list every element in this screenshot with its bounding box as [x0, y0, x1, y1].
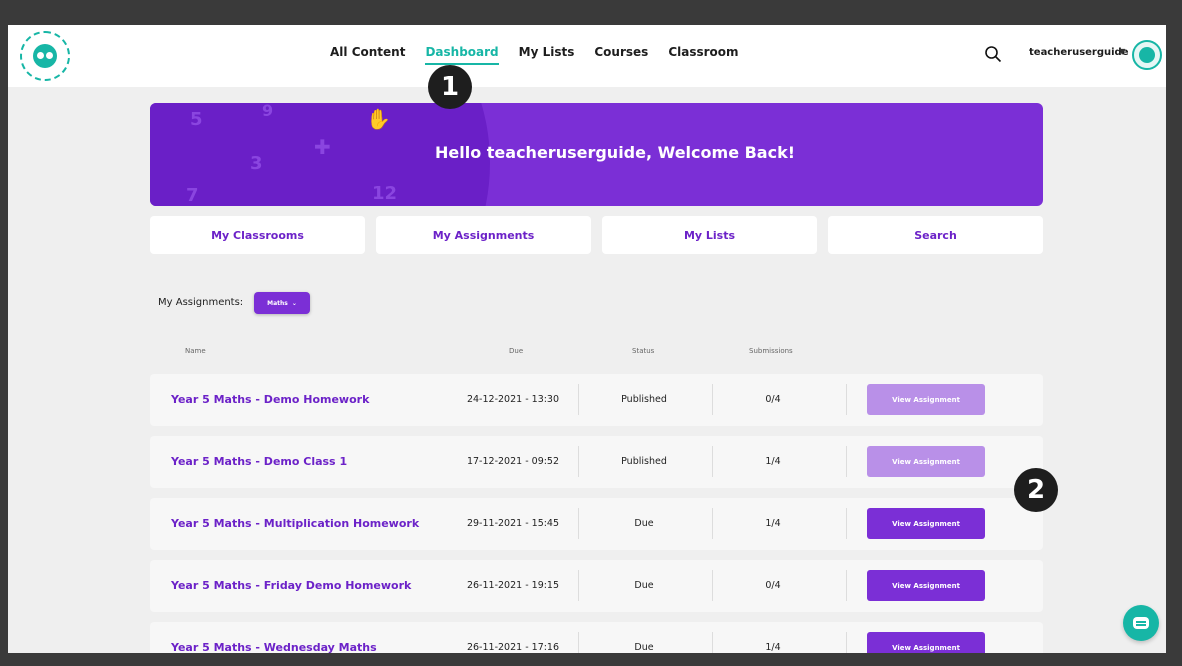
- assignment-submissions: 0/4: [765, 394, 781, 405]
- step-callout-2: 2: [1014, 468, 1058, 512]
- nav-dashboard[interactable]: Dashboard: [425, 45, 499, 65]
- column-divider: [712, 570, 713, 601]
- avatar[interactable]: [1132, 40, 1162, 70]
- column-divider: [578, 384, 579, 415]
- nav-my-lists[interactable]: My Lists: [519, 45, 575, 65]
- banner-number-decoration: 5: [190, 109, 203, 130]
- tab-my-assignments[interactable]: My Assignments: [376, 216, 591, 254]
- search-icon[interactable]: [984, 45, 1002, 63]
- column-divider: [578, 570, 579, 601]
- assignment-submissions: 1/4: [765, 518, 781, 529]
- view-assignment-button[interactable]: View Assignment: [867, 570, 985, 601]
- table-row: Year 5 Maths - Wednesday Maths 26-11-2021…: [150, 622, 1043, 653]
- column-divider: [578, 508, 579, 539]
- assignment-submissions: 1/4: [765, 456, 781, 467]
- column-divider: [846, 632, 847, 653]
- puzzle-decoration-icon: ✚: [314, 135, 331, 159]
- column-divider: [846, 446, 847, 477]
- column-divider: [846, 508, 847, 539]
- column-divider: [712, 446, 713, 477]
- column-header-name: Name: [185, 347, 206, 355]
- column-divider: [712, 508, 713, 539]
- assignment-name-link[interactable]: Year 5 Maths - Wednesday Maths: [171, 641, 377, 653]
- assignment-submissions: 1/4: [765, 642, 781, 653]
- assignment-due-date: 26-11-2021 - 19:15: [466, 580, 560, 591]
- column-header-due: Due: [509, 347, 524, 355]
- banner-number-decoration: 9: [262, 103, 274, 120]
- nav-courses[interactable]: Courses: [594, 45, 648, 65]
- owl-avatar-icon: [1139, 47, 1155, 63]
- owl-logo-icon: [33, 44, 57, 68]
- view-assignment-button[interactable]: View Assignment: [867, 384, 985, 415]
- welcome-banner: 5 9 3 12 7 ✚ ✋ Hello teacheruserguide, W…: [150, 103, 1043, 206]
- view-assignment-button[interactable]: View Assignment: [867, 632, 985, 653]
- tab-my-classrooms[interactable]: My Classrooms: [150, 216, 365, 254]
- chat-launcher-button[interactable]: [1123, 605, 1159, 641]
- column-divider: [846, 384, 847, 415]
- assignment-name-link[interactable]: Year 5 Maths - Demo Homework: [171, 393, 369, 406]
- column-divider: [578, 632, 579, 653]
- view-assignment-button[interactable]: View Assignment: [867, 446, 985, 477]
- nav-all-content[interactable]: All Content: [330, 45, 405, 65]
- assignments-filter-label: My Assignments:: [158, 297, 244, 308]
- column-divider: [578, 446, 579, 477]
- assignment-status: Published: [621, 394, 667, 405]
- table-row: Year 5 Maths - Multiplication Homework 29…: [150, 498, 1043, 550]
- column-divider: [712, 384, 713, 415]
- assignment-due-date: 17-12-2021 - 09:52: [466, 456, 560, 467]
- banner-number-decoration: 12: [372, 183, 398, 204]
- app-window: All Content Dashboard My Lists Courses C…: [8, 25, 1166, 653]
- assignment-due-date: 26-11-2021 - 17:16: [466, 642, 560, 653]
- site-logo[interactable]: [20, 31, 70, 81]
- user-menu-name[interactable]: teacheruserguide: [1029, 47, 1129, 58]
- assignment-due-date: 29-11-2021 - 15:45: [466, 518, 560, 529]
- table-row: Year 5 Maths - Friday Demo Homework 26-11…: [150, 560, 1043, 612]
- column-divider: [846, 570, 847, 601]
- column-header-submissions: Submissions: [749, 347, 793, 355]
- column-header-status: Status: [632, 347, 655, 355]
- view-assignment-button[interactable]: View Assignment: [867, 508, 985, 539]
- assignment-status: Due: [634, 580, 654, 591]
- column-divider: [712, 632, 713, 653]
- assignment-status: Due: [634, 642, 654, 653]
- chevron-down-icon[interactable]: ▼: [1119, 47, 1125, 56]
- chat-bubble-icon: [1133, 617, 1149, 629]
- hand-decoration-icon: ✋: [366, 107, 391, 131]
- subject-filter-dropdown[interactable]: Maths ⌄: [254, 292, 310, 314]
- subject-filter-value: Maths: [267, 299, 288, 307]
- banner-number-decoration: 3: [250, 153, 263, 174]
- tab-my-lists[interactable]: My Lists: [602, 216, 817, 254]
- step-callout-1: 1: [428, 65, 472, 109]
- chevron-down-icon: ⌄: [291, 299, 297, 307]
- tab-search[interactable]: Search: [828, 216, 1043, 254]
- assignment-name-link[interactable]: Year 5 Maths - Friday Demo Homework: [171, 579, 411, 592]
- nav-classroom[interactable]: Classroom: [668, 45, 738, 65]
- assignment-submissions: 0/4: [765, 580, 781, 591]
- assignment-due-date: 24-12-2021 - 13:30: [466, 394, 560, 405]
- table-row: Year 5 Maths - Demo Class 1 17-12-2021 - …: [150, 436, 1043, 488]
- assignment-status: Due: [634, 518, 654, 529]
- table-row: Year 5 Maths - Demo Homework 24-12-2021 -…: [150, 374, 1043, 426]
- assignment-name-link[interactable]: Year 5 Maths - Demo Class 1: [171, 455, 347, 468]
- assignment-status: Published: [621, 456, 667, 467]
- top-navigation-bar: All Content Dashboard My Lists Courses C…: [8, 25, 1166, 87]
- main-nav: All Content Dashboard My Lists Courses C…: [330, 45, 739, 65]
- assignment-name-link[interactable]: Year 5 Maths - Multiplication Homework: [171, 517, 419, 530]
- banner-number-decoration: 7: [186, 185, 199, 206]
- welcome-title: Hello teacheruserguide, Welcome Back!: [435, 143, 796, 162]
